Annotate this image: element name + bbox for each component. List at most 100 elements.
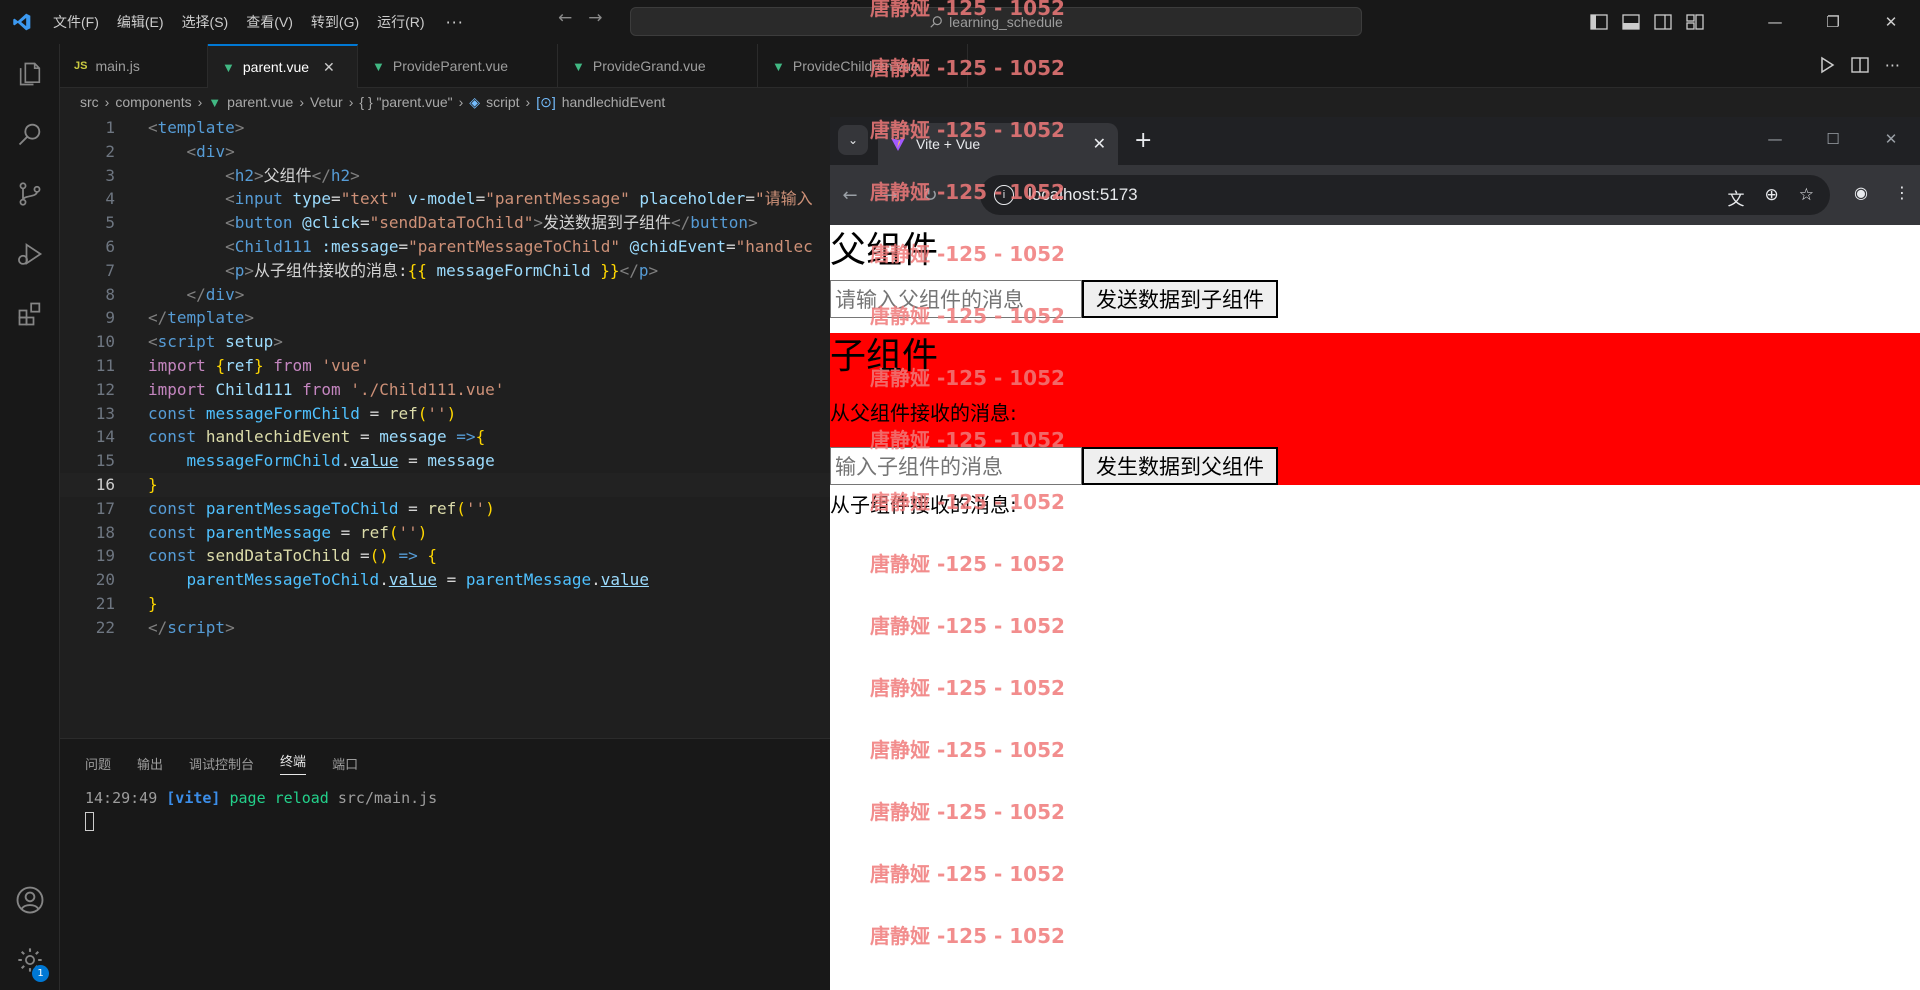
line-number: 13 (95, 403, 115, 423)
command-center-search[interactable]: learning_schedule (630, 7, 1362, 36)
menu-selection[interactable]: 选择(S) (173, 12, 238, 32)
new-tab-icon[interactable]: + (1134, 128, 1152, 153)
tab-provide-parent[interactable]: ▼ ProvideParent.vue (358, 44, 558, 88)
code-editor[interactable]: 1 <template> 2 <div> 3 <h2>父组件</h2> 4 <in… (60, 116, 830, 738)
tab-parent-vue[interactable]: ▼ parent.vue ✕ (208, 44, 358, 88)
history-nav: ← → (558, 8, 603, 28)
line-number: 8 (105, 284, 115, 304)
variable-icon: [⊙] (536, 93, 556, 110)
breadcrumb-item[interactable]: handlechidEvent (562, 94, 666, 110)
menu-edit[interactable]: 编辑(E) (108, 12, 173, 32)
translate-icon[interactable]: 文 (1728, 185, 1745, 210)
run-debug-icon[interactable] (0, 224, 60, 284)
tab-ports[interactable]: 端口 (332, 754, 358, 773)
line-number: 3 (105, 165, 115, 185)
run-file-icon[interactable] (1819, 56, 1835, 74)
breadcrumb-item[interactable]: script (486, 94, 519, 110)
update-badge: 1 (32, 965, 49, 982)
browser-tab-title: Vite + Vue (916, 136, 981, 152)
menu-file[interactable]: 文件(F) (44, 12, 108, 32)
menu-view[interactable]: 查看(V) (237, 12, 302, 32)
toggle-secondary-sidebar-icon[interactable] (1654, 14, 1672, 30)
tab-provide-grand[interactable]: ▼ ProvideGrand.vue (558, 44, 758, 88)
line-number: 10 (95, 332, 115, 352)
toggle-primary-sidebar-icon[interactable] (1590, 14, 1608, 30)
back-arrow-icon[interactable]: ← (558, 8, 572, 28)
close-tab-icon[interactable]: ✕ (323, 59, 335, 76)
chevron-right-icon: › (197, 94, 203, 110)
bookmark-star-icon[interactable]: ☆ (1799, 185, 1814, 210)
line-number: 17 (95, 498, 115, 518)
search-view-icon[interactable] (0, 104, 60, 164)
url-text: localhost:5173 (1028, 185, 1138, 204)
line-number: 20 (95, 570, 115, 590)
zoom-icon[interactable]: ⊕ (1765, 185, 1779, 210)
accounts-icon[interactable] (0, 870, 60, 930)
chevron-right-icon: › (348, 94, 354, 110)
code-line: 5 <button @click="sendDataToChild">发送数据到… (60, 211, 830, 235)
chevron-right-icon: › (458, 94, 464, 110)
browser-back-icon[interactable]: ← (830, 185, 870, 206)
more-actions-icon[interactable]: ··· (1885, 56, 1900, 75)
send-to-child-button[interactable]: 发送数据到子组件 (1082, 280, 1278, 318)
source-control-icon[interactable] (0, 164, 60, 224)
tab-search-icon[interactable]: ⌄ (838, 125, 868, 155)
reload-icon[interactable]: ↻ (910, 185, 950, 206)
line-number: 5 (105, 213, 115, 233)
line-number: 7 (105, 260, 115, 280)
terminal-output[interactable]: 14:29:49 [vite] page reload src/main.js (60, 787, 830, 837)
code-line: 9 </template> (60, 306, 830, 330)
tab-main-js[interactable]: JS main.js (60, 44, 208, 88)
code-line: 4 <input type="text" v-model="parentMess… (60, 187, 830, 211)
minimize-icon[interactable]: — (1746, 0, 1804, 44)
close-tab-icon[interactable]: ✕ (1093, 134, 1106, 154)
tab-label: ProvideGrand.vue (592, 58, 706, 74)
breadcrumb-item[interactable]: components (115, 94, 191, 110)
browser-tab[interactable]: Vite + Vue ✕ (878, 123, 1118, 165)
line-number: 22 (95, 617, 115, 637)
explorer-icon[interactable] (0, 44, 60, 104)
send-to-parent-button[interactable]: 发生数据到父组件 (1082, 447, 1278, 485)
customize-layout-icon[interactable] (1686, 14, 1704, 30)
parent-received-text: 从子组件接收的消息: (830, 493, 1017, 517)
terminal-time: 14:29:49 (85, 789, 158, 807)
child-message-input[interactable]: 输入子组件的消息 (830, 447, 1082, 485)
close-window-icon[interactable]: ✕ (1862, 0, 1920, 44)
browser-forward-icon[interactable]: → (870, 185, 910, 206)
tab-problems[interactable]: 问题 (85, 754, 111, 773)
site-info-icon[interactable]: i (994, 185, 1014, 205)
breadcrumb-item[interactable]: parent.vue (227, 94, 293, 110)
browser-close-icon[interactable]: ✕ (1862, 117, 1920, 161)
tab-output[interactable]: 输出 (137, 754, 163, 773)
code-line: 10 <script setup> (60, 330, 830, 354)
profile-icon[interactable]: ◉ (1854, 183, 1868, 202)
code-line: 15 messageFormChild.value = message (60, 449, 830, 473)
extensions-icon[interactable] (0, 284, 60, 344)
browser-menu-icon[interactable]: ⋮ (1894, 183, 1910, 202)
address-bar[interactable]: i localhost:5173 文 ⊕ ☆ (980, 175, 1830, 215)
breadcrumb-item[interactable]: { } "parent.vue" (359, 94, 452, 110)
menu-run[interactable]: 运行(R) (368, 12, 433, 32)
menu-go[interactable]: 转到(G) (302, 12, 368, 32)
tab-provide-children[interactable]: ▼ ProvideChildren.vue (758, 44, 968, 88)
vue-file-icon: ▼ (772, 58, 785, 74)
manage-gear-icon[interactable]: 1 (0, 930, 60, 990)
forward-arrow-icon[interactable]: → (588, 8, 602, 28)
line-number: 14 (95, 427, 115, 447)
tab-debug-console[interactable]: 调试控制台 (189, 754, 254, 773)
browser-maximize-icon[interactable]: ☐ (1804, 117, 1862, 161)
split-editor-icon[interactable] (1851, 56, 1869, 74)
parent-message-input[interactable]: 请输入父组件的消息 (830, 280, 1082, 318)
tab-label: ProvideChildren.vue (792, 58, 919, 74)
browser-minimize-icon[interactable]: — (1746, 117, 1804, 161)
restore-icon[interactable]: ❐ (1804, 0, 1862, 44)
tab-terminal[interactable]: 终端 (280, 751, 307, 775)
line-number: 1 (105, 118, 115, 137)
js-file-icon: JS (74, 60, 88, 72)
breadcrumb-item[interactable]: src (80, 94, 99, 110)
terminal-path: src/main.js (337, 789, 438, 807)
breadcrumb-item[interactable]: Vetur (310, 94, 343, 110)
vue-file-icon: ▼ (222, 59, 235, 75)
toggle-panel-icon[interactable] (1622, 14, 1640, 30)
menu-more[interactable]: ··· (434, 13, 476, 32)
